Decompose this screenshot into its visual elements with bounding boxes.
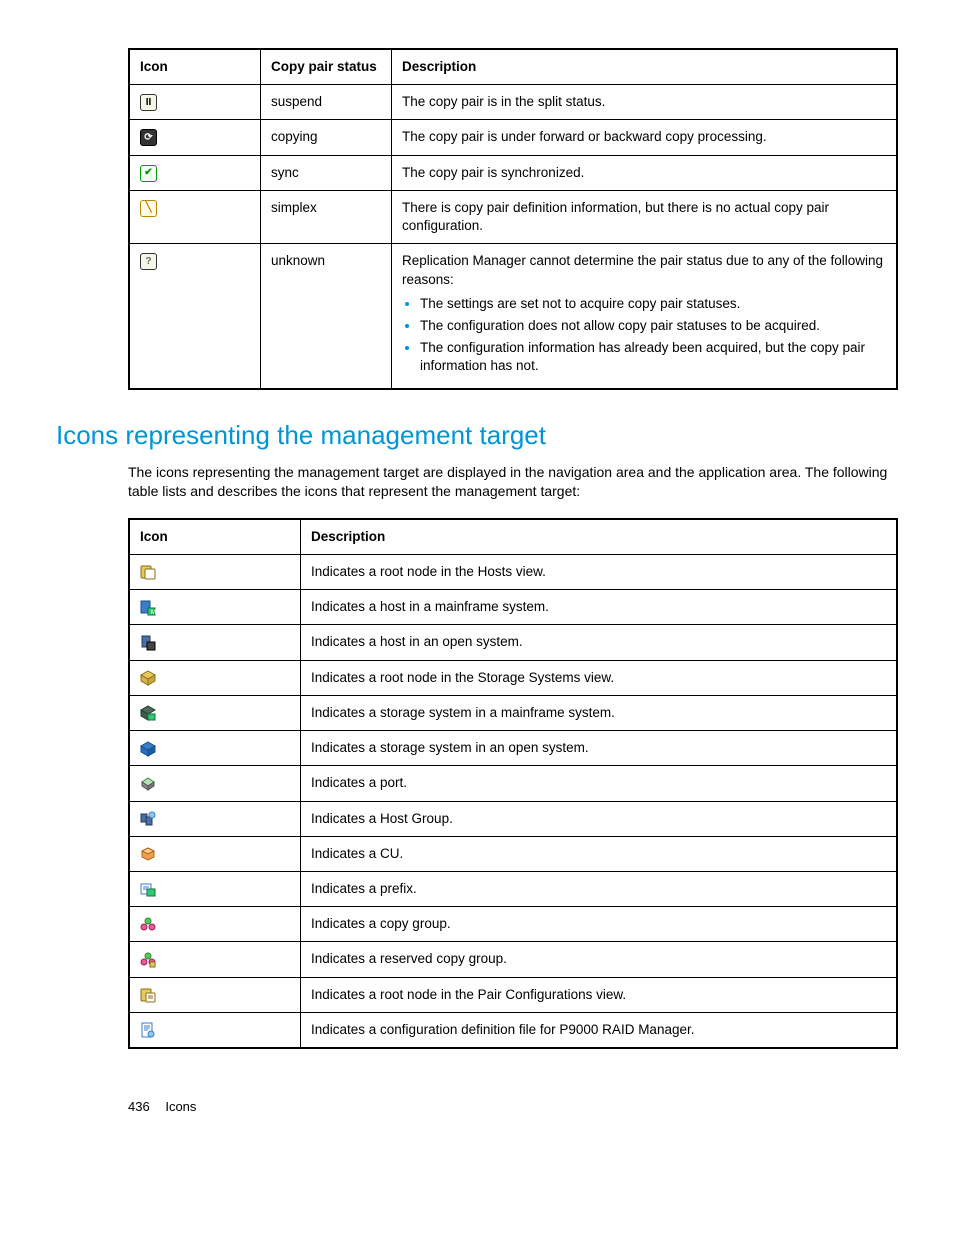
list-item: The configuration information has alread… [420,339,886,375]
cu-icon [140,846,156,862]
reason-list: The settings are set not to acquire copy… [402,295,886,376]
desc-cell: Indicates a reserved copy group. [301,942,898,977]
desc-cell: The copy pair is synchronized. [392,155,898,190]
chapter-name: Icons [165,1099,196,1114]
table-row: ? unknown Replication Manager cannot det… [129,244,897,389]
th-desc: Description [392,49,898,85]
desc-cell: Indicates a root node in the Storage Sys… [301,660,898,695]
table-row: Indicates a root node in the Pair Config… [129,977,897,1012]
table-row: ✔ sync The copy pair is synchronized. [129,155,897,190]
host-group-icon [140,811,156,827]
table-row: ⟳ copying The copy pair is under forward… [129,120,897,155]
table-row: Indicates a root node in the Storage Sys… [129,660,897,695]
config-def-file-icon [140,1022,156,1038]
desc-cell: Indicates a port. [301,766,898,801]
desc-cell: The copy pair is under forward or backwa… [392,120,898,155]
section-intro: The icons representing the management ta… [128,463,898,502]
desc-cell: Indicates a Host Group. [301,801,898,836]
table-row: Indicates a prefix. [129,872,897,907]
table-row: II suspend The copy pair is in the split… [129,85,897,120]
table-row: Indicates a reserved copy group. [129,942,897,977]
desc-cell: Replication Manager cannot determine the… [392,244,898,389]
desc-cell: The copy pair is in the split status. [392,85,898,120]
desc-cell: Indicates a CU. [301,836,898,871]
copy-group-icon [140,917,156,933]
table-row: Indicates a storage system in an open sy… [129,731,897,766]
storage-mainframe-icon [140,705,156,721]
table-row: Indicates a copy group. [129,907,897,942]
storage-root-icon [140,670,156,686]
table-row: Indicates a root node in the Hosts view. [129,555,897,590]
desc-cell: Indicates a root node in the Pair Config… [301,977,898,1012]
table-row: Indicates a storage system in a mainfram… [129,695,897,730]
th-icon: Icon [129,49,261,85]
th-status: Copy pair status [261,49,392,85]
desc-cell: There is copy pair definition informatio… [392,190,898,243]
table-row: Indicates a CU. [129,836,897,871]
status-cell: unknown [261,244,392,389]
desc-cell: Indicates a root node in the Hosts view. [301,555,898,590]
status-cell: simplex [261,190,392,243]
desc-cell: Indicates a host in an open system. [301,625,898,660]
status-cell: copying [261,120,392,155]
desc-intro: Replication Manager cannot determine the… [402,253,883,286]
pause-icon: II [140,94,157,111]
desc-cell: Indicates a configuration definition fil… [301,1012,898,1048]
check-icon: ✔ [140,165,157,182]
host-mainframe-icon: MF [140,600,156,616]
management-target-table: Icon Description Indicates a root node i… [128,518,898,1049]
prefix-icon [140,881,156,897]
desc-cell: Indicates a storage system in a mainfram… [301,695,898,730]
page-number: 436 [128,1099,150,1114]
cycle-icon: ⟳ [140,129,157,146]
slash-icon: ╲ [140,200,157,217]
section-heading: Icons representing the management target [56,420,898,451]
table-row: Indicates a host in an open system. [129,625,897,660]
pair-config-root-icon [140,987,156,1003]
reserved-copy-group-icon [140,952,156,968]
status-cell: suspend [261,85,392,120]
hosts-root-icon [140,564,156,580]
port-icon [140,776,156,792]
table-row: MF Indicates a host in a mainframe system… [129,590,897,625]
page-footer: 436 Icons [128,1099,898,1114]
th-icon: Icon [129,519,301,555]
desc-cell: Indicates a prefix. [301,872,898,907]
svg-text:MF: MF [151,610,156,616]
table-row: ╲ simplex There is copy pair definition … [129,190,897,243]
storage-open-icon [140,741,156,757]
desc-cell: Indicates a copy group. [301,907,898,942]
desc-cell: Indicates a storage system in an open sy… [301,731,898,766]
desc-cell: Indicates a host in a mainframe system. [301,590,898,625]
table-row: Indicates a Host Group. [129,801,897,836]
th-desc: Description [301,519,898,555]
copy-pair-status-table: Icon Copy pair status Description II sus… [128,48,898,390]
list-item: The configuration does not allow copy pa… [420,317,886,335]
table-row: Indicates a configuration definition fil… [129,1012,897,1048]
status-cell: sync [261,155,392,190]
host-open-icon [140,635,156,651]
question-icon: ? [140,253,157,270]
list-item: The settings are set not to acquire copy… [420,295,886,313]
table-row: Indicates a port. [129,766,897,801]
